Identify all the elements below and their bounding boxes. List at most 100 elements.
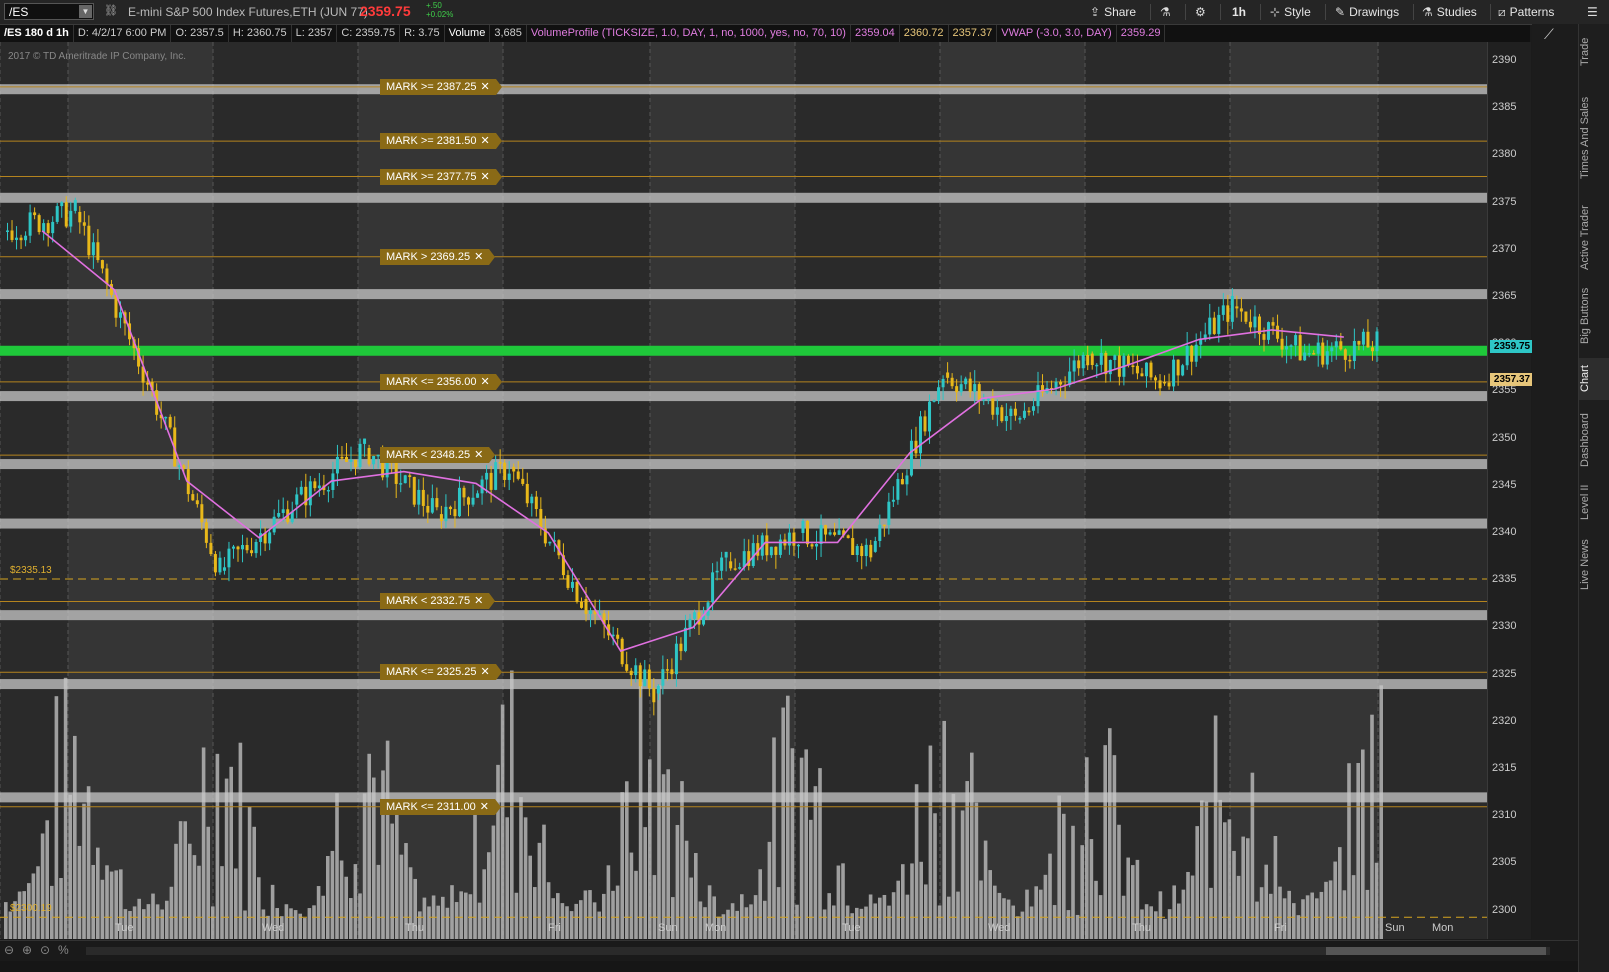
candle-body: [33, 212, 37, 216]
chart-canvas[interactable]: [0, 42, 1487, 939]
alert-label[interactable]: MARK <= 2311.00 ✕: [380, 798, 501, 815]
chart-id[interactable]: /ES 180 d 1h: [0, 25, 74, 42]
volume-bar: [169, 886, 174, 939]
close-icon[interactable]: ✕: [474, 595, 483, 607]
tab-dashboard[interactable]: Dashboard: [1579, 408, 1609, 472]
share-button[interactable]: ⇪ Share: [1090, 0, 1136, 24]
vwap-study-label[interactable]: VWAP (-3.0, 3.0, DAY): [997, 25, 1117, 42]
alert-label[interactable]: MARK >= 2387.25 ✕: [380, 78, 502, 95]
candle-body: [344, 457, 348, 462]
candle-body: [1131, 365, 1135, 368]
volume-bar: [638, 682, 643, 939]
price-axis-label: 2365: [1492, 289, 1517, 302]
symbol-input[interactable]: /ES ▼: [4, 3, 94, 20]
close-icon[interactable]: ✕: [481, 81, 490, 93]
alert-label[interactable]: MARK < 2348.25 ✕: [380, 447, 496, 464]
candle-body: [1027, 410, 1031, 413]
candle-body: [69, 210, 73, 227]
alert-label[interactable]: MARK > 2369.25 ✕: [380, 248, 496, 265]
tab-active-trader[interactable]: Active Trader: [1579, 202, 1609, 274]
scroll-thumb[interactable]: [1326, 947, 1546, 955]
volume-bar: [142, 909, 146, 939]
close-icon[interactable]: ✕: [481, 666, 490, 678]
volume-bar: [914, 784, 919, 939]
link-icon[interactable]: ⛓: [104, 4, 118, 19]
candle-body: [733, 568, 737, 570]
volume-bar: [1213, 715, 1218, 939]
volume-bar: [247, 806, 252, 939]
flask-button[interactable]: ⚗: [1160, 0, 1175, 24]
symbol-dropdown-icon[interactable]: ▼: [79, 5, 92, 18]
volume-study-label[interactable]: Volume: [445, 25, 491, 42]
close-icon[interactable]: ✕: [480, 801, 489, 813]
volume-bar: [574, 903, 578, 939]
price-chart[interactable]: [0, 42, 1530, 939]
candle-body: [78, 211, 82, 223]
tab-times-and-sales[interactable]: Times And Sales: [1579, 82, 1609, 194]
candle-body: [810, 544, 814, 547]
chart-scrollbar[interactable]: ⊖ ⊕ ⊙ %: [0, 940, 1578, 961]
volume-bar: [772, 737, 776, 939]
alert-label[interactable]: MARK >= 2377.75 ✕: [380, 168, 502, 185]
alert-label[interactable]: MARK >= 2381.50 ✕: [380, 133, 502, 150]
menu-button[interactable]: ☰: [1587, 0, 1602, 24]
volume-bar: [763, 900, 767, 939]
price-axis[interactable]: 2390238523802375237023652360235523502345…: [1487, 42, 1534, 939]
settings-button[interactable]: ⚙: [1195, 0, 1210, 24]
scroll-track[interactable]: [86, 947, 1550, 955]
volume-bar: [473, 803, 477, 939]
zoom-reset-icon[interactable]: ⊙: [40, 943, 50, 957]
close-icon[interactable]: ✕: [481, 135, 490, 147]
volume-bar: [1154, 911, 1158, 939]
vwap-value: 2359.29: [1117, 25, 1166, 42]
candle-body: [91, 242, 95, 256]
drawing-tool-icon[interactable]: ⟋: [1544, 26, 1554, 43]
alert-text: MARK >= 2387.25: [386, 80, 477, 93]
candle-body: [349, 459, 353, 462]
close-icon[interactable]: ✕: [474, 251, 483, 263]
drawings-label: Drawings: [1349, 5, 1400, 19]
alert-label[interactable]: MARK < 2332.75 ✕: [380, 593, 496, 610]
close-icon[interactable]: ✕: [481, 376, 490, 388]
volume-bar: [648, 759, 652, 939]
tab-big-buttons[interactable]: Big Buttons: [1579, 282, 1609, 350]
candle-body: [168, 416, 172, 428]
alert-label[interactable]: MARK <= 2325.25 ✕: [380, 664, 502, 681]
close-icon[interactable]: ✕: [474, 449, 483, 461]
candle-body: [774, 546, 778, 555]
volume-bar: [795, 904, 799, 939]
volume-bar: [395, 804, 399, 939]
tab-live-news[interactable]: Live News: [1579, 532, 1609, 598]
studies-button[interactable]: ⚗ Studies: [1422, 0, 1477, 24]
tab-chart[interactable]: Chart: [1579, 358, 1609, 400]
volume-profile-study-label[interactable]: VolumeProfile (TICKSIZE, 1.0, DAY, 1, no…: [527, 25, 851, 42]
volume-bar: [1126, 857, 1130, 939]
zoom-in-icon[interactable]: ⊕: [22, 943, 32, 957]
volume-bar: [303, 918, 307, 939]
zoom-out-icon[interactable]: ⊖: [4, 943, 14, 957]
volume-bar: [836, 865, 841, 939]
candle-body: [1303, 352, 1307, 361]
candle-body: [711, 572, 715, 603]
candle-body: [918, 416, 922, 454]
alert-label[interactable]: MARK <= 2356.00 ✕: [380, 373, 502, 390]
volume-bar: [970, 752, 974, 939]
timeframe-button[interactable]: 1h: [1232, 0, 1246, 24]
volume-bar: [1374, 862, 1379, 939]
volume-bar: [804, 749, 808, 939]
patterns-button[interactable]: ⧄ Patterns: [1498, 0, 1554, 24]
volume-bar: [82, 803, 86, 939]
style-button[interactable]: ⊹ Style: [1270, 0, 1311, 24]
volume-bar: [220, 866, 224, 939]
candle-body: [1285, 346, 1289, 350]
tab-level-ii[interactable]: Level II: [1579, 480, 1609, 524]
close-icon[interactable]: ✕: [481, 171, 490, 183]
candle-body: [891, 499, 895, 502]
volume-bar: [965, 781, 969, 939]
candle-body: [250, 550, 254, 554]
tab-trade[interactable]: Trade: [1579, 32, 1609, 72]
candle-body: [1366, 331, 1370, 348]
candle-body: [313, 481, 317, 489]
percent-icon[interactable]: %: [58, 943, 69, 957]
drawings-button[interactable]: ✎ Drawings: [1335, 0, 1399, 24]
